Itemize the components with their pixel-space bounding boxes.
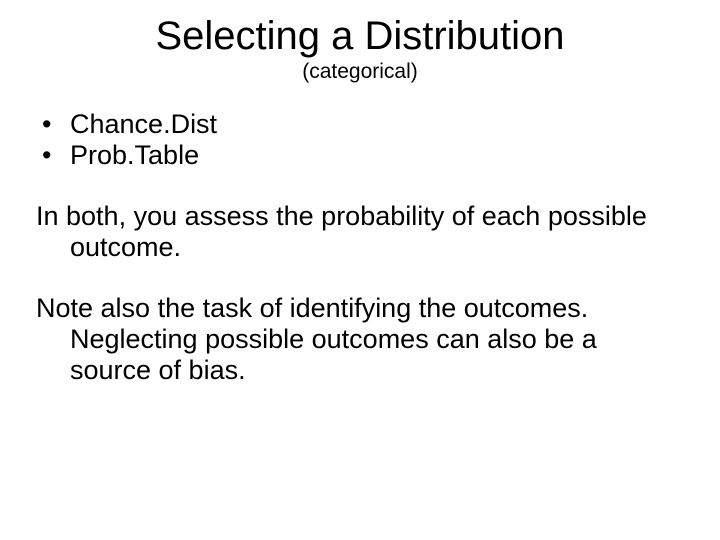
slide: Selecting a Distribution (categorical) C… — [0, 0, 720, 540]
slide-body: Chance.Dist Prob.Table In both, you asse… — [0, 109, 720, 386]
list-item: Prob.Table — [36, 140, 684, 171]
paragraph-text: In both, you assess the probability of e… — [36, 201, 684, 263]
slide-subtitle: (categorical) — [0, 58, 720, 83]
paragraph-text: Note also the task of identifying the ou… — [36, 293, 684, 386]
list-item: Chance.Dist — [36, 109, 684, 140]
slide-title: Selecting a Distribution — [0, 0, 720, 58]
paragraph: Note also the task of identifying the ou… — [36, 293, 684, 386]
bullet-list: Chance.Dist Prob.Table — [36, 109, 684, 171]
paragraph: In both, you assess the probability of e… — [36, 201, 684, 263]
